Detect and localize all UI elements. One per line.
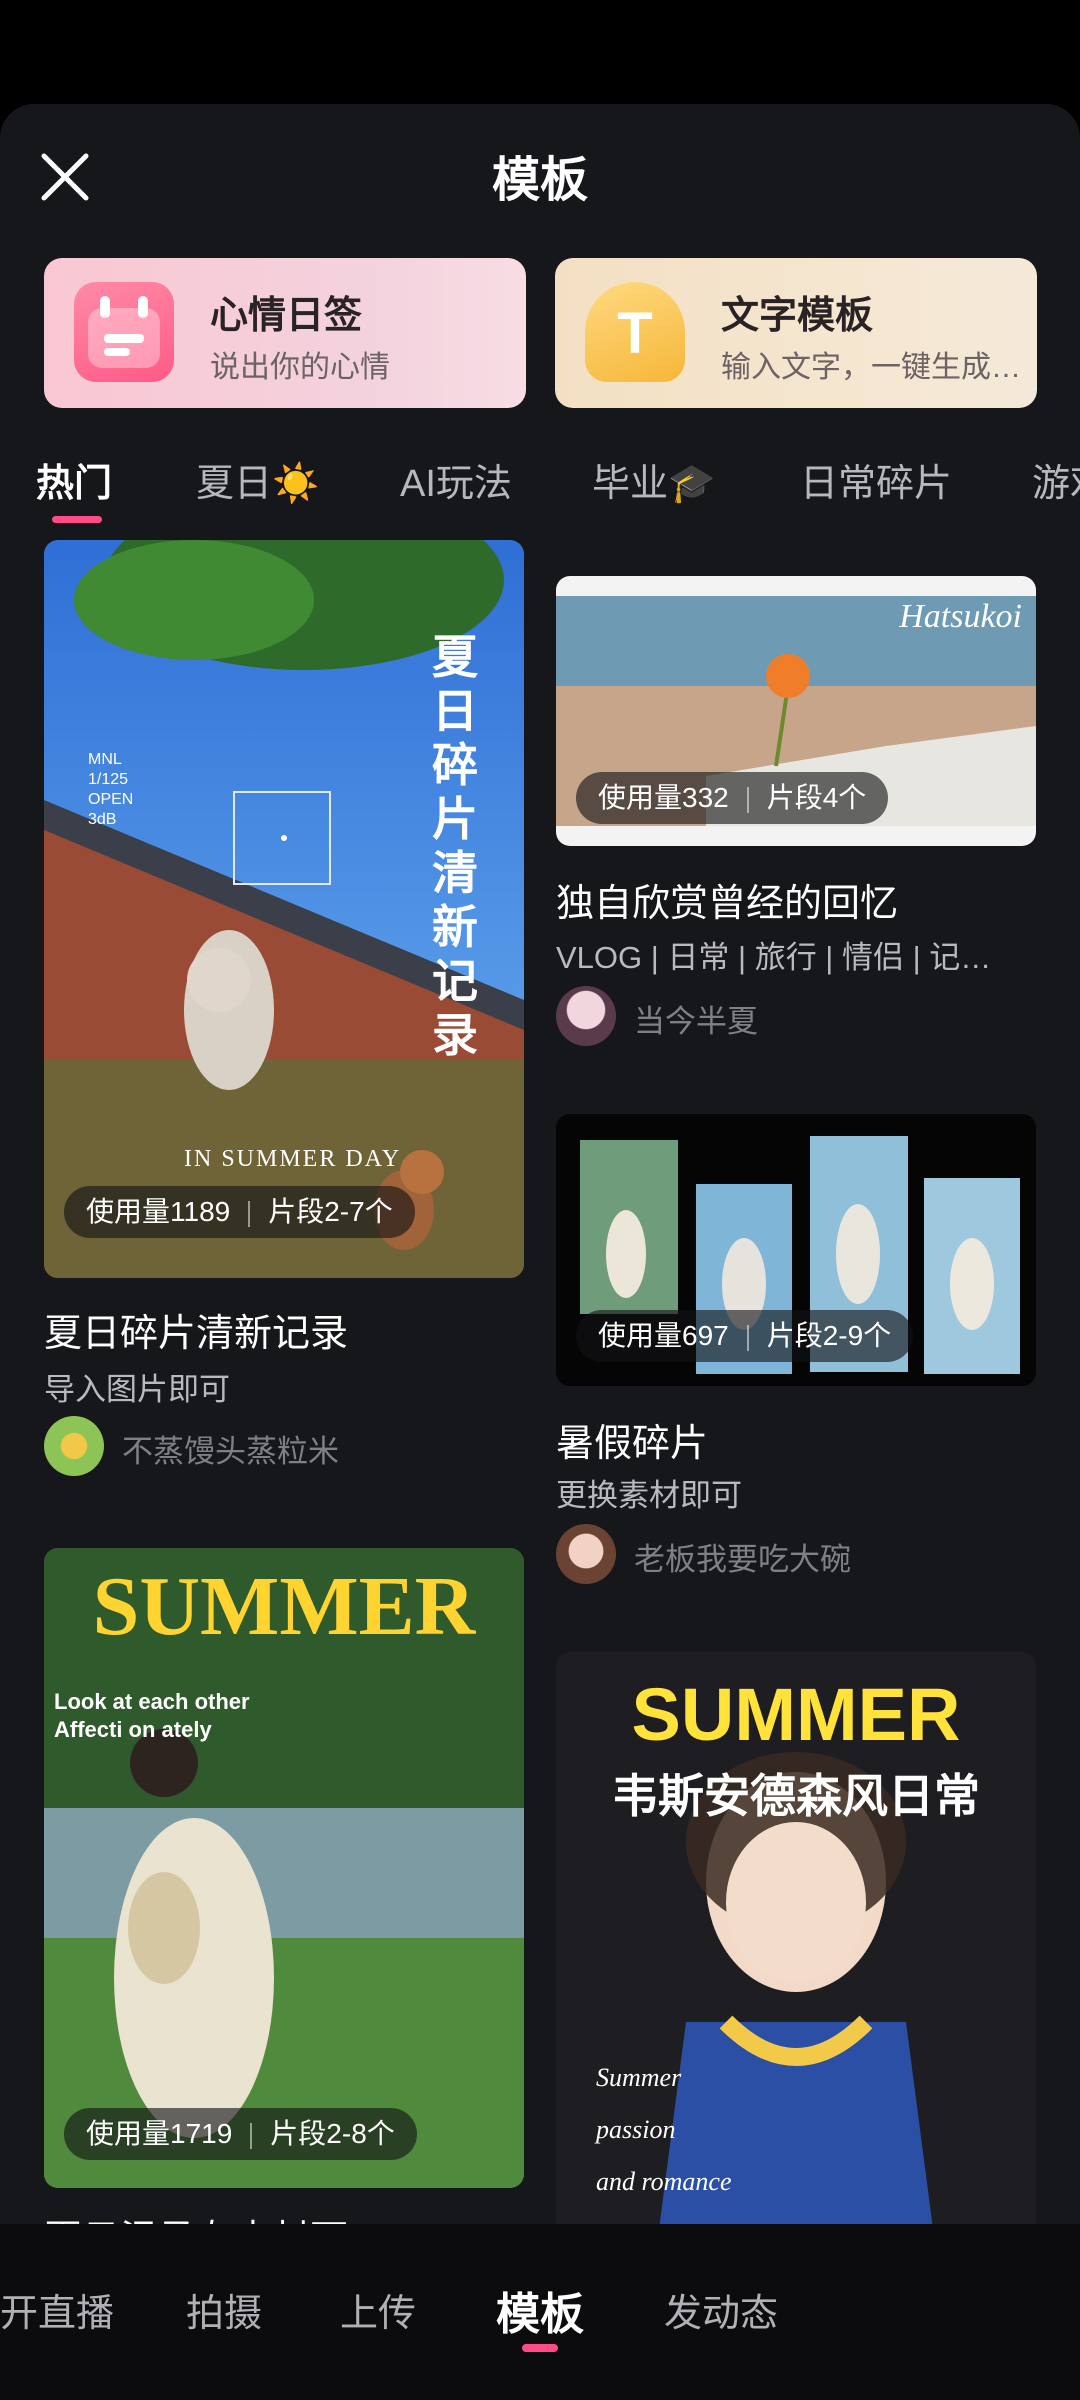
text-t-icon: T xyxy=(585,282,685,382)
usage-badge: 使用量332 片段4个 xyxy=(576,772,889,824)
nav-live[interactable]: 开直播 xyxy=(0,2282,114,2337)
text-template-card[interactable]: T 文字模板 输入文字，一键生成… xyxy=(555,258,1037,408)
usage-badge: 使用量697 片段2-9个 xyxy=(576,1310,914,1362)
template-subtitle: 导入图片即可 xyxy=(44,1372,230,1407)
quick-action-subtitle: 输入文字，一键生成… xyxy=(721,351,1021,384)
template-card[interactable]: 使用量697 片段2-9个 暑假碎片 更换素材即可 老板我要吃大碗 xyxy=(556,1114,1036,1594)
usage-count: 使用量332 xyxy=(598,782,729,813)
usage-badge: 使用量1719 片段2-8个 xyxy=(64,2108,417,2160)
template-card[interactable]: Hatsukoi 使用量332 片段4个 独自欣赏曾经的回忆 VLOG | 日常 … xyxy=(556,576,1036,1096)
template-title: 夏日碎片清新记录 xyxy=(44,1313,349,1355)
template-thumbnail: Hatsukoi 使用量332 片段4个 xyxy=(556,576,1036,846)
template-card[interactable]: SUMMER Look at each other Affecti on ate… xyxy=(44,1548,524,2224)
author-name: 老板我要吃大碗 xyxy=(634,1542,851,1577)
usage-count: 使用量1719 xyxy=(86,2118,233,2149)
nav-upload[interactable]: 上传 xyxy=(340,2282,416,2337)
segment-count: 片段2-7个 xyxy=(268,1196,393,1227)
segment-count: 片段4个 xyxy=(766,782,867,813)
nav-post[interactable]: 发动态 xyxy=(664,2282,778,2337)
template-subtitle: VLOG | 日常 | 旅行 | 情侣 | 记… xyxy=(556,940,992,975)
tab-indicator xyxy=(52,516,102,523)
quick-action-title: 文字模板 xyxy=(721,295,874,337)
poster-brand: Hatsukoi xyxy=(899,598,1022,635)
template-subtitle: 更换素材即可 xyxy=(556,1478,742,1513)
poster-caption: Look at each other Affecti on ately xyxy=(54,1689,250,1742)
quick-action-subtitle: 说出你的心情 xyxy=(210,351,390,384)
avatar xyxy=(556,986,616,1046)
template-card[interactable]: MNL 1/125 OPEN 3dB 夏日碎片清新记录 IN SUMMER DA… xyxy=(44,540,524,1476)
tab-summer[interactable]: 夏日☀️ xyxy=(196,452,319,507)
page-title: 模板 xyxy=(491,154,588,207)
tab-ai[interactable]: AI玩法 xyxy=(400,452,512,507)
poster-overlay-text: IN SUMMER DAY xyxy=(184,1146,402,1172)
bottom-nav: 开直播 拍摄 上传 模板 发动态 xyxy=(0,2224,1080,2400)
template-title: 独自欣赏曾经的回忆 xyxy=(556,883,899,925)
tab-hot[interactable]: 热门 xyxy=(36,452,112,507)
nav-shoot[interactable]: 拍摄 xyxy=(186,2282,262,2337)
template-title: 夏日温柔杂志封面 xyxy=(44,2208,348,2224)
poster-title: SUMMER xyxy=(92,1560,476,1653)
nav-indicator xyxy=(522,2344,558,2352)
segment-count: 片段2-8个 xyxy=(270,2118,395,2149)
template-sheet: 模板 心情日签 说出你的心情 T 文字模板 输入文字，一键生成… 热门 夏日☀️… xyxy=(0,104,1080,2224)
quick-action-title: 心情日签 xyxy=(210,295,363,337)
segment-count: 片段2-9个 xyxy=(766,1320,892,1351)
template-thumbnail: 使用量697 片段2-9个 xyxy=(556,1114,1036,1386)
usage-count: 使用量697 xyxy=(598,1320,729,1351)
author-name: 当今半夏 xyxy=(634,1004,758,1039)
poster-vertical-text: 夏日碎片清新记录 xyxy=(432,631,478,1061)
template-title: 暑假碎片 xyxy=(556,1423,709,1465)
poster-subtitle: 韦斯安德森风日常 xyxy=(612,1770,980,1822)
author-name: 不蒸馒头蒸粒米 xyxy=(122,1434,339,1469)
avatar xyxy=(44,1416,104,1476)
tab-graduation[interactable]: 毕业🎓 xyxy=(592,452,715,507)
poster-caption: Summer passion and romance xyxy=(596,2063,732,2196)
template-thumbnail: SUMMER 韦斯安德森风日常 Summer passion and roman… xyxy=(556,1652,1036,2224)
nav-template[interactable]: 模板 xyxy=(496,2278,584,2342)
avatar xyxy=(556,1524,616,1584)
usage-count: 使用量1189 xyxy=(86,1196,231,1227)
category-tabs: 热门 夏日☀️ AI玩法 毕业🎓 日常碎片 游戏 xyxy=(0,452,1080,532)
poster-title: SUMMER xyxy=(631,1673,961,1756)
mood-daily-card[interactable]: 心情日签 说出你的心情 xyxy=(44,258,526,408)
tab-daily[interactable]: 日常碎片 xyxy=(800,452,952,507)
camera-info: MNL 1/125 OPEN 3dB xyxy=(88,751,134,828)
template-thumbnail: MNL 1/125 OPEN 3dB 夏日碎片清新记录 IN SUMMER DA… xyxy=(44,540,524,1278)
tab-game[interactable]: 游戏 xyxy=(1032,452,1080,507)
calendar-icon xyxy=(74,282,174,382)
template-thumbnail: SUMMER Look at each other Affecti on ate… xyxy=(44,1548,524,2188)
usage-badge: 使用量1189 片段2-7个 xyxy=(64,1186,415,1238)
template-card[interactable]: SUMMER 韦斯安德森风日常 Summer passion and roman… xyxy=(556,1652,1036,2224)
